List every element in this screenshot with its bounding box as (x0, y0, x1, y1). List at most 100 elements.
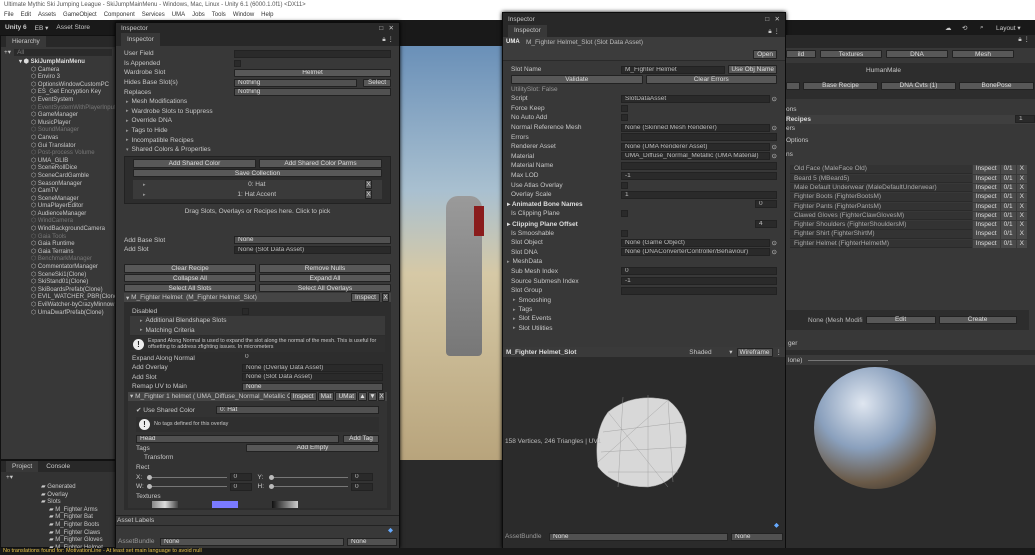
slider[interactable] (808, 359, 889, 361)
menu-component[interactable]: Component (104, 12, 135, 18)
add-base-slot-dropdown[interactable]: None (234, 236, 391, 245)
object-picker-icon[interactable]: ⊙ (772, 95, 777, 103)
replaces-dropdown[interactable]: Nothing (234, 88, 391, 97)
slot-header[interactable]: ▾ M_Fighter Helmet (M_Fighter Helmet_Slot… (124, 292, 391, 303)
drop-area[interactable]: Drag Slots, Overlays or Recipes here. Cl… (116, 205, 399, 227)
hierarchy-item[interactable]: ⬡ SeasonManager (1, 181, 115, 189)
folder-item[interactable]: ▰ M_Fighter Gloves (1, 537, 115, 545)
inspect-button[interactable]: Inspect (972, 202, 1000, 212)
create-button[interactable]: Create (938, 316, 1017, 324)
expand-all-button[interactable]: Expand All (259, 273, 391, 283)
add-icon[interactable]: +▾ (4, 48, 11, 56)
open-button[interactable]: Open (753, 50, 777, 59)
inspect-button[interactable]: Inspect (972, 239, 1000, 249)
list-item[interactable]: Fighter Shirt (FighterShirtM) Inspect 0/1 X (790, 230, 1027, 239)
recipe-button[interactable]: DNA Cvts (1) (881, 82, 956, 90)
field[interactable]: None (Skinned Mesh Renderer) (621, 123, 770, 132)
expand-normal-field[interactable]: 0 (242, 354, 383, 362)
value-field[interactable]: 0 (351, 482, 373, 491)
texture-thumbnail[interactable] (272, 500, 298, 508)
object-picker-icon[interactable]: ⊙ (772, 248, 777, 256)
inspect-button[interactable]: Inspect (972, 211, 1000, 221)
hierarchy-search-input[interactable]: All (14, 48, 112, 56)
texture-thumbnail[interactable] (212, 500, 238, 508)
hierarchy-item[interactable]: ⬡ UmaPlayerEditor (1, 203, 115, 211)
hierarchy-item[interactable]: ⬡ ES_Get Encryption Key (1, 89, 115, 97)
label-tag-icon[interactable]: ◆ (774, 521, 779, 529)
list-item[interactable]: Male Default Underwear (MaleDefaultUnder… (790, 183, 1027, 193)
list-item[interactable]: Fighter Pants (FighterPantsM) Inspect 0/1 X (790, 202, 1027, 212)
add-overlay-field[interactable]: None (Overlay Data Asset) (242, 363, 383, 372)
lock-icon[interactable]: 🔒︎ ⋮ (768, 27, 780, 36)
user-field-input[interactable] (234, 49, 391, 58)
slot-name-input[interactable]: M_Fighter Helmet (621, 65, 726, 74)
inspect-button[interactable]: Inspect (972, 230, 1000, 239)
save-collection-button[interactable]: Save Collection (133, 168, 382, 178)
value-field[interactable]: 0 (351, 473, 373, 481)
mesh-preview[interactable]: M_Fighter Helmet_Slot Shaded ▾ Wireframe ⋮… (503, 347, 785, 548)
hierarchy-item[interactable]: ⬡ WindBackgroundCamera (1, 226, 115, 234)
add-shared-color-parms-button[interactable]: Add Shared Color Parms (259, 159, 382, 168)
field[interactable]: None (DNAConverterController/Behaviour) (621, 248, 770, 257)
recipe-button[interactable]: BonePose (959, 82, 1034, 90)
menu-window[interactable]: Window (233, 12, 254, 18)
menu-uma[interactable]: UMA (172, 12, 185, 18)
select-all-overlays-button[interactable]: Select All Overlays (259, 283, 391, 293)
hierarchy-item[interactable]: ⬡ SceneCardGamble (1, 173, 115, 181)
remove-button[interactable]: X (1016, 230, 1027, 239)
hierarchy-item[interactable]: ⬡ Gaia Runtime (1, 241, 115, 249)
texture-thumbnail[interactable] (152, 500, 178, 508)
validate-button[interactable]: Validate (511, 75, 643, 84)
remove-overlay-button[interactable]: X (378, 391, 385, 401)
recipes-count[interactable]: 1 (1015, 115, 1035, 124)
hierarchy-item[interactable]: ⬡ SoundManager (1, 127, 115, 135)
field[interactable]: None (UMA Renderer Asset) (621, 142, 770, 151)
foldout[interactable]: Smooshing (503, 295, 785, 304)
clipping-plane-offset-foldout[interactable]: ▸ Clipping Plane Offset (507, 220, 617, 228)
history-icon[interactable]: ⟲ (962, 24, 967, 32)
smooshable-checkbox[interactable] (621, 229, 628, 237)
hierarchy-item[interactable]: ⬡ EventSystem (1, 97, 115, 105)
animated-bone-count[interactable]: 0 (755, 200, 777, 209)
menu-edit[interactable]: Edit (21, 12, 31, 18)
clipping-plane-checkbox[interactable] (621, 210, 628, 218)
select-button[interactable]: Select (363, 78, 391, 87)
hierarchy-item[interactable]: ⬡ EvilWatcher-byCrazyMinnow (1, 302, 115, 310)
collapse-all-button[interactable]: Collapse All (124, 273, 256, 283)
folder-item[interactable]: ▰ M_Fighter Arms (1, 507, 115, 515)
foldout[interactable]: Slot Utilities (503, 324, 785, 333)
tab-console[interactable]: Console (46, 463, 70, 470)
menu-file[interactable]: File (4, 12, 14, 18)
tab-button[interactable]: DNA (886, 50, 948, 58)
use-shared-color-checkbox[interactable]: ✔ Use Shared Color (136, 406, 216, 414)
hierarchy-item[interactable]: ⬡ EVIL_WATCHER_PBR(Clone) (1, 294, 119, 302)
object-picker-icon[interactable]: ⊙ (772, 239, 777, 247)
scene-root[interactable]: ▾ ⬢ SkiJumpMainMenu (1, 59, 115, 67)
checkbox[interactable] (621, 181, 628, 189)
foldout[interactable]: Tags (503, 305, 785, 314)
list-item[interactable]: Clawed Gloves (FighterClawGlovesM) Inspec… (790, 211, 1027, 221)
remove-button[interactable]: X (1016, 239, 1027, 249)
asset-variant-dropdown[interactable]: None (347, 537, 397, 546)
tab-hierarchy[interactable]: Hierarchy (6, 36, 46, 47)
overlay-header[interactable]: ▾ M_Fighter 1 helmet ( UMA_Diffuse_Norma… (128, 391, 387, 402)
move-up-icon[interactable]: ▲ (358, 391, 367, 401)
shared-color-item[interactable]: 1: Hat Accent X (133, 190, 382, 200)
disabled-checkbox[interactable] (242, 307, 249, 315)
material-preview[interactable]: ger lone) (786, 340, 1035, 548)
folder-item[interactable]: ▰ Slots (1, 499, 115, 507)
hierarchy-item[interactable]: ⬡ SceneRollDice (1, 165, 115, 173)
animated-bone-names-foldout[interactable]: ▸ Animated Bone Names (507, 200, 617, 208)
race-dropdown[interactable]: HumanMale (863, 67, 1023, 75)
value-field[interactable]: 0 (229, 482, 252, 491)
use-obj-name-button[interactable]: Use Obj Name (728, 65, 777, 75)
hierarchy-item[interactable]: ⬡ SkiStand01(Clone) (1, 279, 115, 287)
checkbox[interactable] (621, 104, 628, 112)
add-slot-field[interactable]: None (Slot Data Asset) (234, 245, 391, 254)
layout-dropdown[interactable]: Layout ▾ (996, 24, 1021, 32)
edit-button[interactable]: Edit (865, 316, 936, 324)
slider[interactable] (268, 474, 348, 480)
foldout[interactable]: Override DNA (116, 116, 399, 126)
mat-button[interactable]: Mat (317, 391, 335, 401)
shared-colors-foldout[interactable]: Shared Colors & Properties (116, 145, 399, 155)
